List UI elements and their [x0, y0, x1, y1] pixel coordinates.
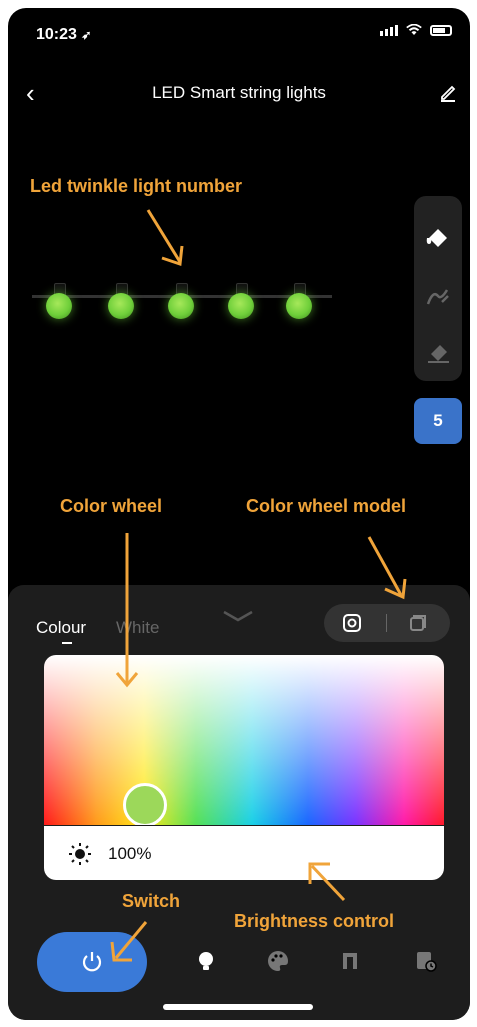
annotation-arrow-led	[146, 209, 184, 267]
pencil-icon[interactable]	[438, 82, 458, 102]
signal-icon	[380, 24, 398, 36]
led-bulb[interactable]	[166, 283, 196, 323]
home-indicator	[163, 1004, 313, 1010]
phone-screen: 10:23 ➶ ‹ LED Smart string lights Led tw…	[8, 8, 470, 1020]
brightness-slider[interactable]: 100%	[44, 826, 444, 880]
location-arrow-icon: ➶	[81, 28, 92, 42]
color-mode-switch	[324, 604, 450, 642]
color-picker-handle[interactable]	[123, 783, 167, 825]
power-icon	[82, 952, 102, 972]
page-title: LED Smart string lights	[152, 83, 326, 102]
annotation-arrow-model	[367, 536, 407, 600]
schedule-icon[interactable]	[414, 949, 438, 973]
brush-icon[interactable]	[423, 282, 453, 312]
led-bulb[interactable]	[106, 283, 136, 323]
color-wheel-mode-icon[interactable]	[342, 613, 362, 633]
bulb-icon[interactable]	[194, 949, 218, 973]
paint-toolbar	[414, 196, 462, 381]
led-bulb[interactable]	[284, 283, 314, 323]
status-icons	[380, 24, 452, 36]
annotation-arrow-color-wheel	[115, 533, 139, 688]
eraser-icon[interactable]	[423, 336, 453, 366]
mode-separator	[386, 614, 387, 632]
sun-icon	[69, 843, 91, 865]
battery-icon	[430, 24, 452, 36]
paint-bucket-icon[interactable]	[423, 224, 453, 254]
color-block-mode-icon[interactable]	[408, 613, 428, 633]
annotation-color-wheel-model: Color wheel model	[246, 496, 407, 516]
led-bulb[interactable]	[44, 283, 74, 323]
header: ‹ LED Smart string lights	[8, 80, 470, 110]
palette-icon[interactable]	[266, 949, 290, 973]
brightness-value: 100%	[108, 844, 152, 863]
annotation-switch: Switch	[122, 891, 181, 911]
annotation-arrow-brightness	[308, 862, 346, 902]
annotation-arrow-switch	[110, 921, 148, 962]
light-count-badge[interactable]: 5	[414, 398, 462, 444]
tab-colour-underline	[62, 642, 72, 644]
color-wheel[interactable]	[44, 655, 444, 825]
led-bulb[interactable]	[226, 283, 256, 323]
annotation-led-number: Led twinkle light number	[30, 176, 243, 196]
music-icon[interactable]	[338, 949, 362, 973]
wifi-icon	[406, 24, 422, 35]
status-time: 10:23 ➶	[36, 26, 92, 43]
tab-colour[interactable]: Colour	[36, 618, 86, 638]
annotation-color-wheel: Color wheel	[60, 496, 163, 516]
chevron-down-icon[interactable]	[220, 609, 256, 623]
